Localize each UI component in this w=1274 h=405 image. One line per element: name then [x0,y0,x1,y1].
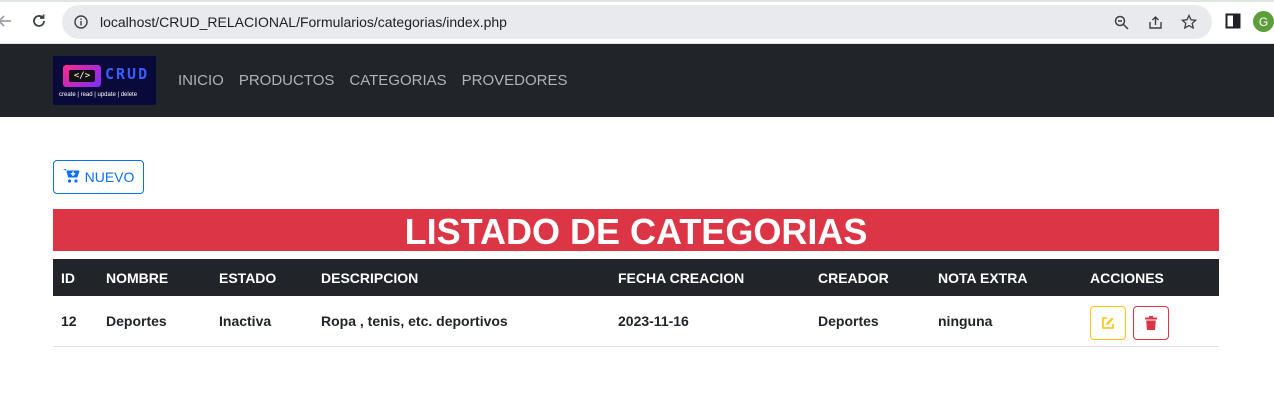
categories-table: ID NOMBRE ESTADO DESCRIPCION FECHA CREAC… [53,259,1219,347]
cell-estado: Inactiva [219,312,272,329]
nuevo-button-label: NUEVO [84,169,135,185]
zoom-icon[interactable] [1112,13,1130,31]
url-text[interactable]: localhost/CRUD_RELACIONAL/Formularios/ca… [100,14,507,30]
col-header-nota: NOTA EXTRA [938,269,1028,286]
logo-mark: </> [69,70,95,82]
cell-acciones [1082,296,1219,346]
col-header-descripcion: DESCRIPCION [321,269,419,286]
nav-item-provedores[interactable]: PROVEDORES [462,72,568,89]
cell-creador: Deportes [818,312,879,329]
col-header-creador: CREADOR [818,269,889,286]
col-header-acciones: ACCIONES [1090,269,1164,286]
col-header-id: ID [61,269,75,286]
profile-avatar[interactable]: G [1253,11,1274,32]
nuevo-button[interactable]: NUEVO [53,160,144,194]
col-header-estado: ESTADO [219,269,277,286]
back-arrow-icon[interactable] [0,10,16,32]
side-panel-icon[interactable] [1225,13,1241,29]
logo-text: CRUD [105,65,150,83]
cart-plus-icon [62,168,81,187]
edit-button[interactable] [1090,305,1126,340]
cell-nombre: Deportes [106,312,167,329]
table-row: 12 Deportes Inactiva Ropa , tenis, etc. … [53,296,1219,346]
nav-menu: INICIO PRODUCTOS CATEGORIAS PROVEDORES [178,72,568,89]
info-icon[interactable] [74,15,88,29]
col-header-nombre: NOMBRE [106,269,169,286]
nav-item-inicio[interactable]: INICIO [178,72,224,89]
page-title: LISTADO DE CATEGORIAS [53,209,1219,252]
cell-descripcion: Ropa , tenis, etc. deportivos [321,312,508,329]
tab-strip-edge [0,0,1274,2]
address-bar[interactable]: localhost/CRUD_RELACIONAL/Formularios/ca… [62,5,1212,39]
delete-button[interactable] [1132,305,1169,340]
browser-toolbar: localhost/CRUD_RELACIONAL/Formularios/ca… [0,0,1274,44]
logo-monitor-icon: </> [63,65,101,87]
edit-icon [1102,316,1114,329]
reload-icon[interactable] [28,10,50,32]
nav-item-productos[interactable]: PRODUCTOS [239,72,335,89]
crud-logo[interactable]: </> CRUD create | read | update | delete [53,56,156,105]
cell-nota: ninguna [938,312,993,329]
cell-id: 12 [61,312,77,329]
cell-fecha: 2023-11-16 [618,312,689,329]
col-header-fecha: FECHA CREACION [618,269,745,286]
logo-subtitle: create | read | update | delete [59,92,138,98]
trash-icon [1144,315,1157,330]
nav-item-categorias[interactable]: CATEGORIAS [349,72,446,89]
star-icon[interactable] [1180,13,1198,31]
table-header-row: ID NOMBRE ESTADO DESCRIPCION FECHA CREAC… [53,259,1219,296]
share-icon[interactable] [1146,13,1164,31]
site-navbar: </> CRUD create | read | update | delete… [0,44,1274,117]
